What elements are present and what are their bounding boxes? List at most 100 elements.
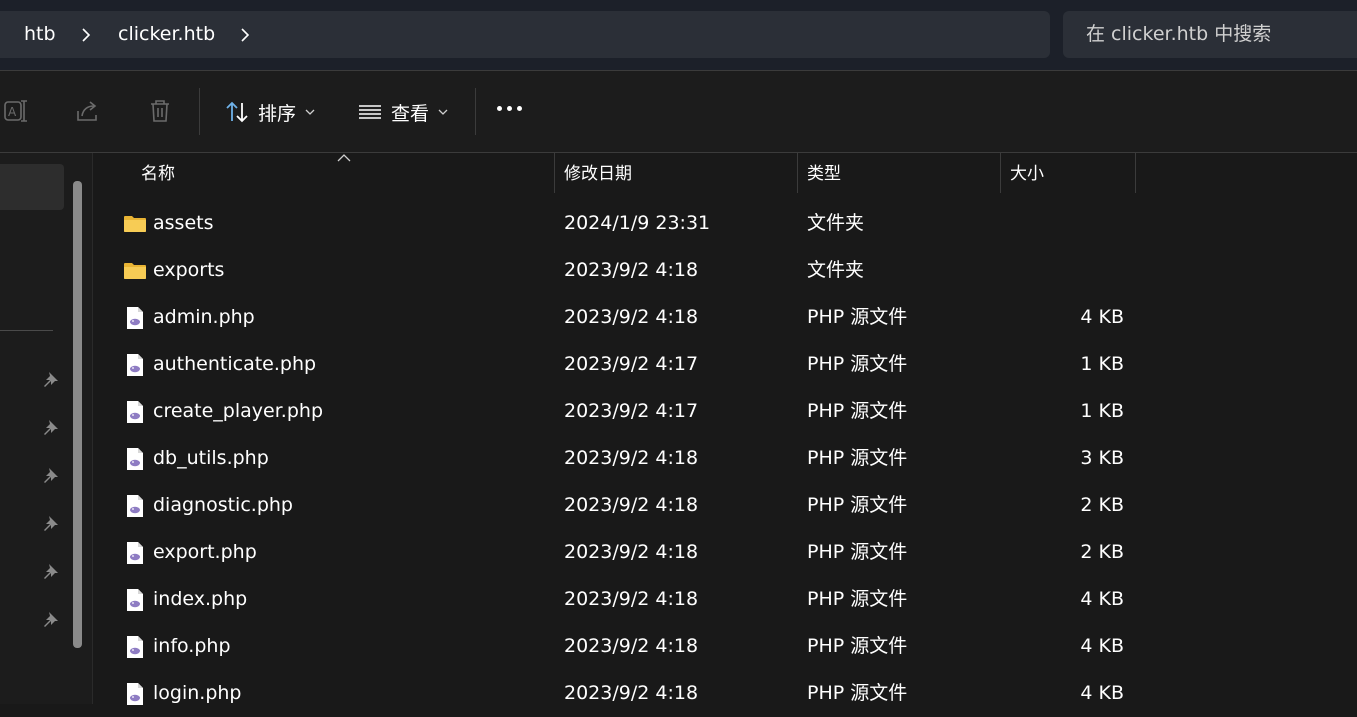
view-label: 查看 bbox=[391, 102, 430, 125]
file-row[interactable]: admin.php 2023/9/2 4:18 PHP 源文件 4 KB bbox=[93, 294, 1357, 341]
file-type: PHP 源文件 bbox=[807, 494, 908, 516]
pin-icon[interactable] bbox=[42, 370, 60, 388]
file-date: 2023/9/2 4:17 bbox=[564, 353, 699, 375]
file-row[interactable]: index.php 2023/9/2 4:18 PHP 源文件 4 KB bbox=[93, 576, 1357, 623]
file-date: 2023/9/2 4:18 bbox=[564, 494, 699, 516]
sort-label: 排序 bbox=[258, 102, 297, 125]
file-row[interactable]: authenticate.php 2023/9/2 4:17 PHP 源文件 1… bbox=[93, 341, 1357, 388]
file-size: 1 KB bbox=[1080, 353, 1124, 375]
file-name: index.php bbox=[153, 588, 248, 610]
file-size: 4 KB bbox=[1080, 635, 1124, 657]
file-type: PHP 源文件 bbox=[807, 635, 908, 657]
file-type: PHP 源文件 bbox=[807, 588, 908, 610]
file-size: 4 KB bbox=[1080, 306, 1124, 328]
php-file-icon bbox=[127, 401, 143, 423]
toolbar-divider bbox=[475, 88, 476, 135]
sort-button[interactable]: 排序 bbox=[224, 93, 315, 131]
file-type: PHP 源文件 bbox=[807, 447, 908, 469]
column-divider[interactable] bbox=[797, 153, 798, 193]
chevron-right-icon[interactable] bbox=[238, 27, 252, 43]
toolbar-divider bbox=[199, 88, 200, 135]
file-type: 文件夹 bbox=[807, 259, 865, 281]
address-bar[interactable]: htb clicker.htb bbox=[0, 11, 1050, 58]
pin-icon[interactable] bbox=[42, 610, 60, 628]
file-row[interactable]: assets 2024/1/9 23:31 文件夹 bbox=[93, 200, 1357, 247]
column-header-row: 名称 修改日期 类型 大小 bbox=[93, 153, 1357, 196]
file-name: login.php bbox=[153, 682, 242, 704]
column-divider[interactable] bbox=[1135, 153, 1136, 193]
search-input[interactable]: 在 clicker.htb 中搜索 bbox=[1063, 11, 1357, 58]
share-icon[interactable] bbox=[74, 97, 102, 125]
file-row[interactable]: export.php 2023/9/2 4:18 PHP 源文件 2 KB bbox=[93, 529, 1357, 576]
nav-divider bbox=[0, 330, 53, 331]
file-size: 1 KB bbox=[1080, 400, 1124, 422]
more-options-button[interactable] bbox=[497, 106, 522, 111]
pin-icon[interactable] bbox=[42, 418, 60, 436]
nav-selected-item[interactable] bbox=[0, 164, 64, 210]
title-bar: htb clicker.htb 在 clicker.htb 中搜索 bbox=[0, 0, 1357, 70]
file-row[interactable]: create_player.php 2023/9/2 4:17 PHP 源文件 … bbox=[93, 388, 1357, 435]
file-size: 2 KB bbox=[1080, 541, 1124, 563]
file-name: export.php bbox=[153, 541, 257, 563]
file-size: 4 KB bbox=[1080, 588, 1124, 610]
pin-icon[interactable] bbox=[42, 466, 60, 484]
delete-icon[interactable] bbox=[146, 97, 174, 125]
view-icon bbox=[359, 105, 381, 119]
file-date: 2023/9/2 4:18 bbox=[564, 635, 699, 657]
rename-icon[interactable]: A bbox=[2, 97, 30, 125]
file-row[interactable]: db_utils.php 2023/9/2 4:18 PHP 源文件 3 KB bbox=[93, 435, 1357, 482]
file-type: 文件夹 bbox=[807, 212, 865, 234]
pin-icon[interactable] bbox=[42, 562, 60, 580]
file-row[interactable]: diagnostic.php 2023/9/2 4:18 PHP 源文件 2 K… bbox=[93, 482, 1357, 529]
file-name: create_player.php bbox=[153, 400, 323, 422]
column-header-date[interactable]: 修改日期 bbox=[564, 153, 632, 193]
file-name: diagnostic.php bbox=[153, 494, 293, 516]
more-dot bbox=[497, 106, 502, 111]
file-date: 2023/9/2 4:18 bbox=[564, 682, 699, 704]
php-file-icon bbox=[127, 542, 143, 564]
file-name: db_utils.php bbox=[153, 447, 269, 469]
column-divider[interactable] bbox=[554, 153, 555, 193]
file-date: 2023/9/2 4:18 bbox=[564, 259, 699, 281]
sort-icon bbox=[226, 101, 248, 123]
file-date: 2023/9/2 4:17 bbox=[564, 400, 699, 422]
chevron-down-icon bbox=[305, 109, 315, 115]
column-header-name[interactable]: 名称 bbox=[141, 153, 175, 193]
file-name: exports bbox=[153, 259, 225, 281]
php-file-icon bbox=[127, 448, 143, 470]
column-divider[interactable] bbox=[1000, 153, 1001, 193]
nav-scrollbar-thumb[interactable] bbox=[73, 181, 82, 648]
php-file-icon bbox=[127, 495, 143, 517]
file-row[interactable]: info.php 2023/9/2 4:18 PHP 源文件 4 KB bbox=[93, 623, 1357, 670]
file-date: 2023/9/2 4:18 bbox=[564, 541, 699, 563]
chevron-right-icon[interactable] bbox=[79, 27, 93, 43]
file-date: 2023/9/2 4:18 bbox=[564, 306, 699, 328]
file-name: info.php bbox=[153, 635, 231, 657]
file-type: PHP 源文件 bbox=[807, 541, 908, 563]
more-dot bbox=[507, 106, 512, 111]
breadcrumb-item-htb[interactable]: htb bbox=[24, 11, 56, 58]
more-dot bbox=[517, 106, 522, 111]
php-file-icon bbox=[127, 636, 143, 658]
file-date: 2023/9/2 4:18 bbox=[564, 588, 699, 610]
file-type: PHP 源文件 bbox=[807, 400, 908, 422]
search-placeholder: 在 clicker.htb 中搜索 bbox=[1086, 23, 1272, 45]
php-file-icon bbox=[127, 307, 143, 329]
file-name: authenticate.php bbox=[153, 353, 317, 375]
file-row[interactable]: login.php 2023/9/2 4:18 PHP 源文件 4 KB bbox=[93, 670, 1357, 717]
file-type: PHP 源文件 bbox=[807, 353, 908, 375]
file-size: 4 KB bbox=[1080, 682, 1124, 704]
file-type: PHP 源文件 bbox=[807, 306, 908, 328]
file-date: 2023/9/2 4:18 bbox=[564, 447, 699, 469]
command-bar bbox=[0, 70, 1357, 153]
view-button[interactable]: 查看 bbox=[357, 93, 448, 131]
column-header-size[interactable]: 大小 bbox=[1010, 153, 1044, 193]
php-file-icon bbox=[127, 354, 143, 376]
svg-text:A: A bbox=[8, 105, 17, 119]
file-row[interactable]: exports 2023/9/2 4:18 文件夹 bbox=[93, 247, 1357, 294]
php-file-icon bbox=[127, 589, 143, 611]
file-date: 2024/1/9 23:31 bbox=[564, 212, 711, 234]
breadcrumb-item-clicker-htb[interactable]: clicker.htb bbox=[118, 11, 215, 58]
pin-icon[interactable] bbox=[42, 514, 60, 532]
column-header-type[interactable]: 类型 bbox=[807, 153, 841, 193]
